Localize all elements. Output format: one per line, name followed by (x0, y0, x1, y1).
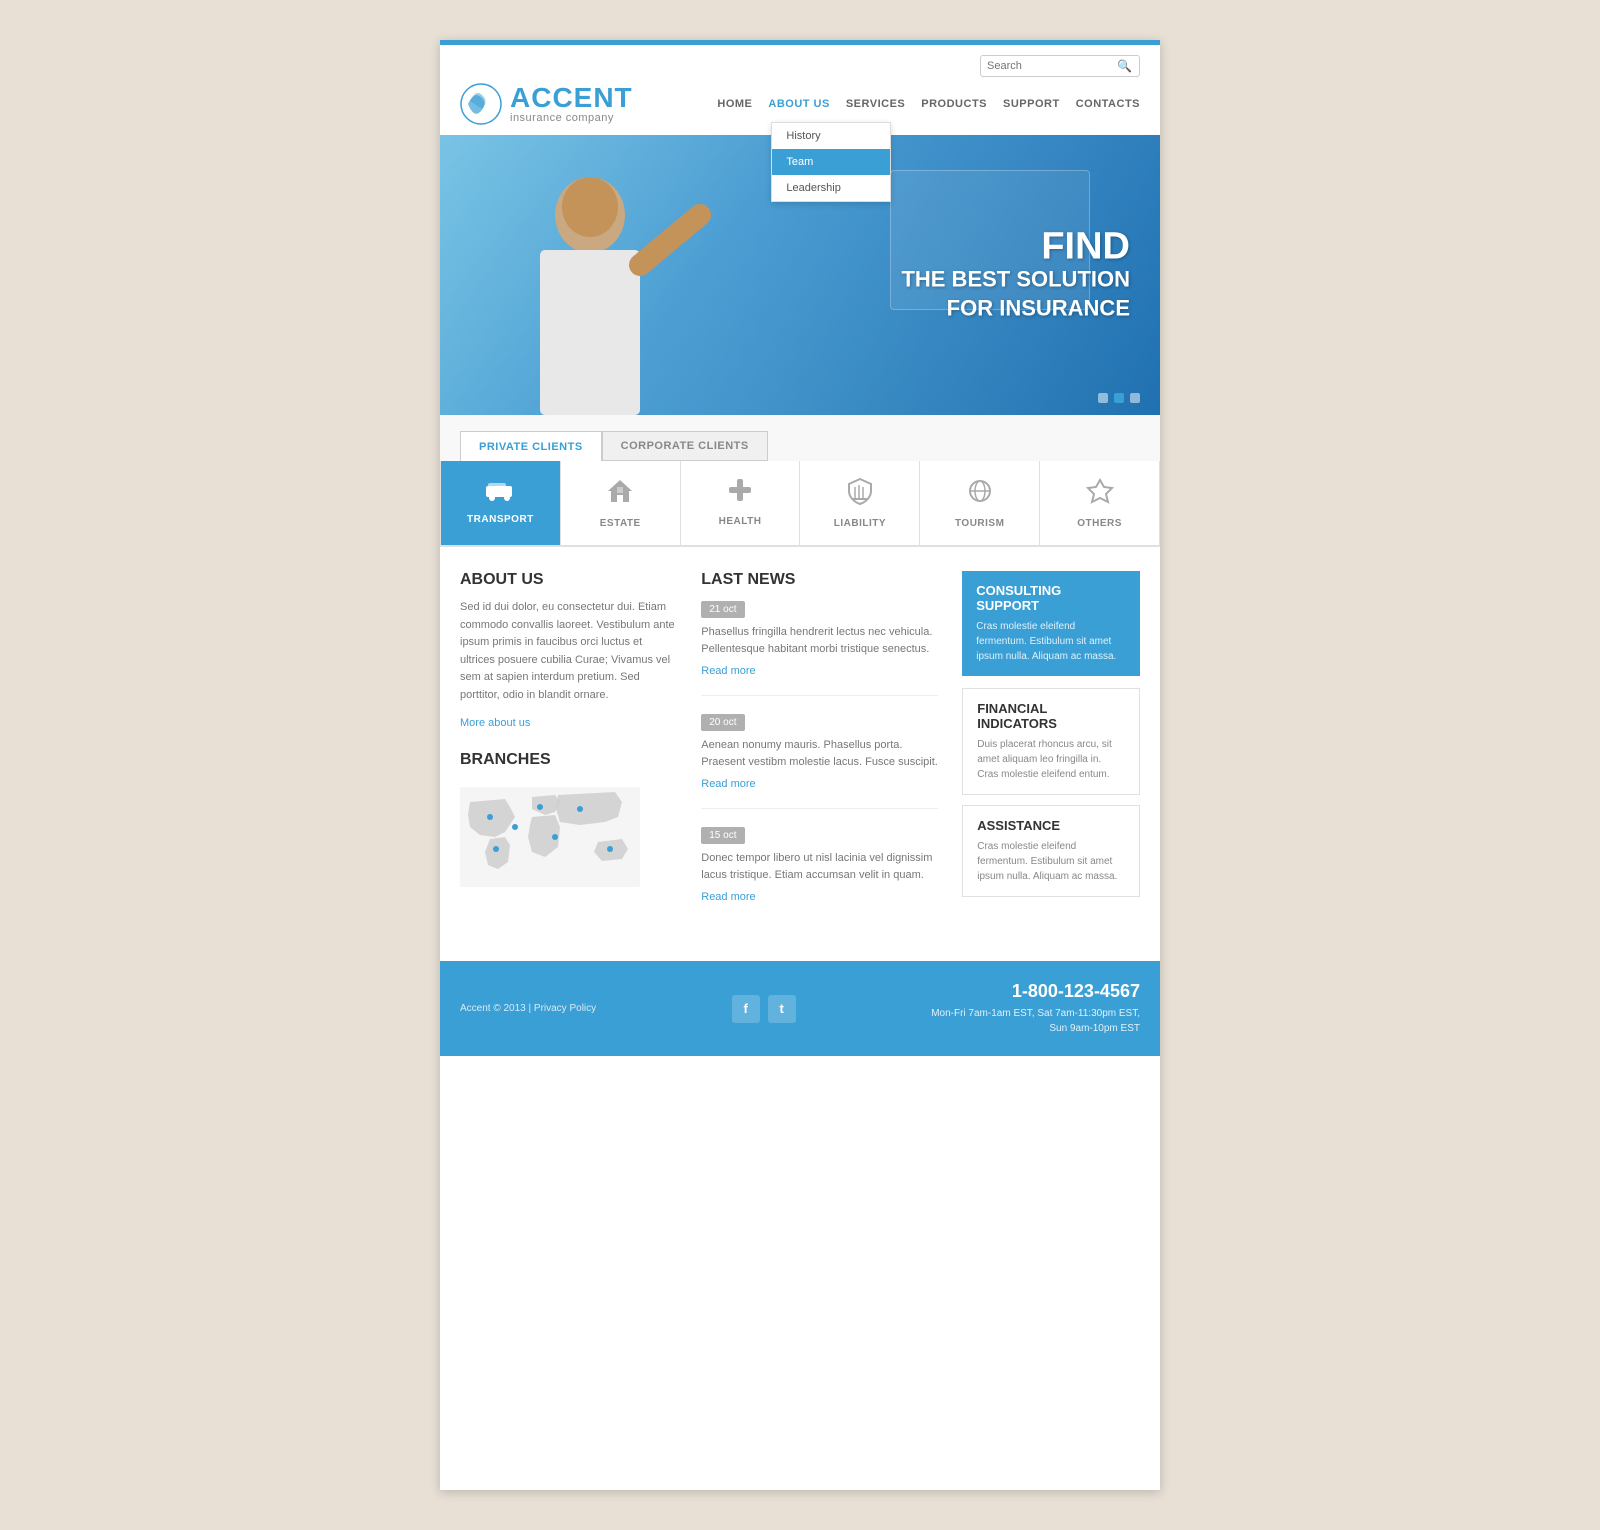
footer-hours-line2: Sun 9am-10pm EST (1049, 1023, 1140, 1034)
search-icon: 🔍 (1117, 59, 1132, 73)
footer-contact: 1-800-123-4567 Mon-Fri 7am-1am EST, Sat … (931, 981, 1140, 1036)
hero-line3: FOR INSURANCE (901, 294, 1130, 323)
financial-box: FINANCIAL INDICATORS Duis placerat rhonc… (962, 688, 1140, 795)
hero-dots (1098, 393, 1140, 403)
logo-accent-text: ACCENT (510, 84, 633, 112)
news-item-1: 21 oct Phasellus fringilla hendrerit lec… (701, 599, 938, 696)
search-box[interactable]: 🔍 (980, 55, 1140, 77)
estate-icon (606, 477, 634, 512)
health-icon (727, 477, 753, 510)
news-readmore-1[interactable]: Read more (701, 665, 755, 677)
page-wrapper: 🔍 ACCENT insurance company HOME ABOUT US (440, 40, 1160, 1490)
news-item-3: 15 oct Donec tempor libero ut nisl lacin… (701, 825, 938, 921)
branches-title: BRANCHES (460, 751, 677, 769)
about-us-text: Sed id dui dolor, eu consectetur dui. Et… (460, 599, 677, 705)
ins-others[interactable]: OTHERS (1040, 461, 1159, 545)
header: 🔍 ACCENT insurance company HOME ABOUT US (440, 45, 1160, 135)
nav-services[interactable]: SERVICES (846, 94, 905, 114)
logo-text-area: ACCENT insurance company (510, 84, 633, 124)
nav-support[interactable]: SUPPORT (1003, 94, 1060, 114)
tab-corporate-clients[interactable]: CORPORATE CLIENTS (602, 431, 768, 461)
others-label: OTHERS (1077, 518, 1122, 529)
tab-buttons: PRIVATE CLIENTS CORPORATE CLIENTS (460, 431, 1140, 461)
content-section: ABOUT US Sed id dui dolor, eu consectetu… (440, 547, 1160, 961)
footer-hours: Mon-Fri 7am-1am EST, Sat 7am-11:30pm EST… (931, 1006, 1140, 1036)
transport-icon (485, 477, 515, 508)
nav-about-us[interactable]: ABOUT US (768, 94, 829, 114)
last-news-title: LAST NEWS (701, 571, 938, 589)
footer: Accent © 2013 | Privacy Policy f t 1-800… (440, 961, 1160, 1056)
liability-icon (847, 477, 873, 512)
consulting-text: Cras molestie eleifend fermentum. Estibu… (976, 619, 1126, 664)
tabs-section: PRIVATE CLIENTS CORPORATE CLIENTS TRANSP… (440, 415, 1160, 547)
assistance-text: Cras molestie eleifend fermentum. Estibu… (977, 839, 1125, 884)
news-text-2: Aenean nonumy mauris. Phasellus porta. P… (701, 737, 938, 770)
hero-text: FIND THE BEST SOLUTION FOR INSURANCE (901, 227, 1130, 322)
nav-contacts[interactable]: CONTACTS (1076, 94, 1140, 114)
footer-social: f t (732, 995, 796, 1023)
others-icon (1086, 477, 1114, 512)
consulting-title: CONSULTING SUPPORT (976, 583, 1126, 613)
ins-liability[interactable]: LIABILITY (800, 461, 920, 545)
footer-copyright: Accent © 2013 | Privacy Policy (460, 1003, 596, 1014)
header-top: 🔍 (460, 55, 1140, 77)
hero-dot-1[interactable] (1098, 393, 1108, 403)
news-date-3: 15 oct (701, 827, 744, 844)
right-column: CONSULTING SUPPORT Cras molestie eleifen… (962, 571, 1140, 937)
assistance-box: ASSISTANCE Cras molestie eleifend fermen… (962, 805, 1140, 897)
dropdown-history[interactable]: History (772, 123, 890, 149)
news-readmore-3[interactable]: Read more (701, 891, 755, 903)
ins-estate[interactable]: ESTATE (561, 461, 681, 545)
health-label: HEALTH (719, 516, 762, 527)
news-date-2: 20 oct (701, 714, 744, 731)
main-nav: HOME ABOUT US History Team Leadership SE… (717, 94, 1140, 114)
tourism-icon (965, 477, 995, 512)
dropdown-team[interactable]: Team (772, 149, 890, 175)
hero-dot-3[interactable] (1130, 393, 1140, 403)
tourism-label: TOURISM (955, 518, 1004, 529)
consulting-box: CONSULTING SUPPORT Cras molestie eleifen… (962, 571, 1140, 676)
facebook-button[interactable]: f (732, 995, 760, 1023)
search-input[interactable] (987, 60, 1117, 72)
left-column: ABOUT US Sed id dui dolor, eu consectetu… (460, 571, 677, 937)
assistance-title: ASSISTANCE (977, 818, 1125, 833)
ins-transport[interactable]: TRANSPORT (441, 461, 561, 545)
news-item-2: 20 oct Aenean nonumy mauris. Phasellus p… (701, 712, 938, 809)
center-column: LAST NEWS 21 oct Phasellus fringilla hen… (701, 571, 938, 937)
tab-private-clients[interactable]: PRIVATE CLIENTS (460, 431, 602, 461)
hero-person-svg (440, 135, 740, 415)
header-main: ACCENT insurance company HOME ABOUT US H… (460, 83, 1140, 135)
news-readmore-2[interactable]: Read more (701, 778, 755, 790)
about-us-title: ABOUT US (460, 571, 677, 589)
footer-phone: 1-800-123-4567 (931, 981, 1140, 1002)
world-map (460, 787, 640, 887)
dropdown-leadership[interactable]: Leadership (772, 175, 890, 201)
about-us-dropdown: History Team Leadership (771, 122, 891, 202)
nav-products[interactable]: PRODUCTS (921, 94, 987, 114)
twitter-button[interactable]: t (768, 995, 796, 1023)
logo-icon (460, 83, 502, 125)
news-text-3: Donec tempor libero ut nisl lacinia vel … (701, 850, 938, 883)
insurance-icons-row: TRANSPORT ESTATE HEALTH LIABILITY (440, 461, 1160, 546)
nav-home[interactable]: HOME (717, 94, 752, 114)
financial-title: FINANCIAL INDICATORS (977, 701, 1125, 731)
branches-section: BRANCHES (460, 751, 677, 892)
ins-tourism[interactable]: TOURISM (920, 461, 1040, 545)
news-date-1: 21 oct (701, 601, 744, 618)
hero-dot-2[interactable] (1114, 393, 1124, 403)
transport-label: TRANSPORT (467, 514, 534, 525)
logo-subtitle-text: insurance company (510, 112, 633, 124)
liability-label: LIABILITY (834, 518, 886, 529)
news-text-1: Phasellus fringilla hendrerit lectus nec… (701, 624, 938, 657)
logo-area: ACCENT insurance company (460, 83, 633, 125)
estate-label: ESTATE (600, 518, 641, 529)
ins-health[interactable]: HEALTH (681, 461, 801, 545)
financial-text: Duis placerat rhoncus arcu, sit amet ali… (977, 737, 1125, 782)
footer-hours-line1: Mon-Fri 7am-1am EST, Sat 7am-11:30pm EST… (931, 1008, 1140, 1019)
hero-line2: THE BEST SOLUTION (901, 265, 1130, 294)
about-us-link[interactable]: More about us (460, 717, 530, 729)
hero-find: FIND (901, 227, 1130, 265)
